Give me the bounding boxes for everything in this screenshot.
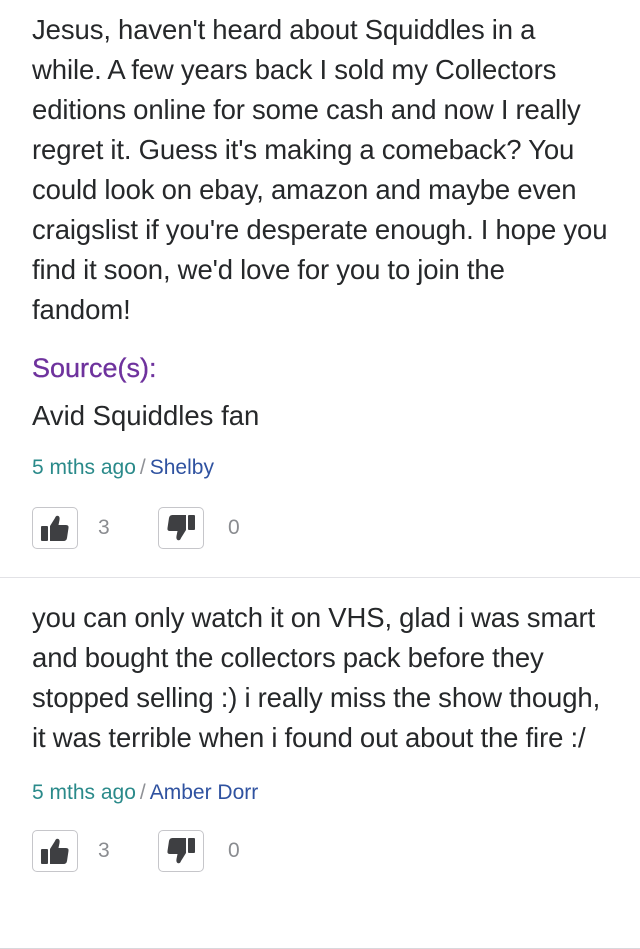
meta-separator: / <box>139 456 146 479</box>
thumbs-up-count: 3 <box>98 839 110 862</box>
thumbs-down-button[interactable] <box>158 507 204 549</box>
thumbs-up-icon <box>40 514 70 542</box>
answer-timestamp: 5 mths ago <box>32 781 136 804</box>
answer-timestamp: 5 mths ago <box>32 456 136 479</box>
thumbs-up-count: 3 <box>98 516 110 539</box>
answer-meta: 5 mths ago / Amber Dorr <box>32 778 608 808</box>
meta-separator: / <box>139 781 146 804</box>
thumbs-up-icon <box>40 837 70 865</box>
thumbs-up-button[interactable] <box>32 507 78 549</box>
vote-bar: 3 0 <box>32 830 608 872</box>
thumbs-down-button[interactable] <box>158 830 204 872</box>
thumbs-down-icon <box>166 514 196 542</box>
answer-meta: 5 mths ago / Shelby <box>32 453 608 483</box>
vote-bar: 3 0 <box>32 507 608 549</box>
source-label: Source(s): <box>32 353 157 383</box>
thumbs-up-button[interactable] <box>32 830 78 872</box>
answer-text: Jesus, haven't heard about Squiddles in … <box>32 14 608 325</box>
source-text: Avid Squiddles fan <box>32 400 260 431</box>
author-link[interactable]: Amber Dorr <box>150 781 259 804</box>
thumbs-down-count: 0 <box>228 516 240 539</box>
author-link[interactable]: Shelby <box>150 456 214 479</box>
thumbs-down-icon <box>166 837 196 865</box>
answer-item: you can only watch it on VHS, glad i was… <box>0 578 640 949</box>
answer-text: you can only watch it on VHS, glad i was… <box>32 602 601 753</box>
answer-item: Jesus, haven't heard about Squiddles in … <box>0 0 640 578</box>
thumbs-down-count: 0 <box>228 839 240 862</box>
